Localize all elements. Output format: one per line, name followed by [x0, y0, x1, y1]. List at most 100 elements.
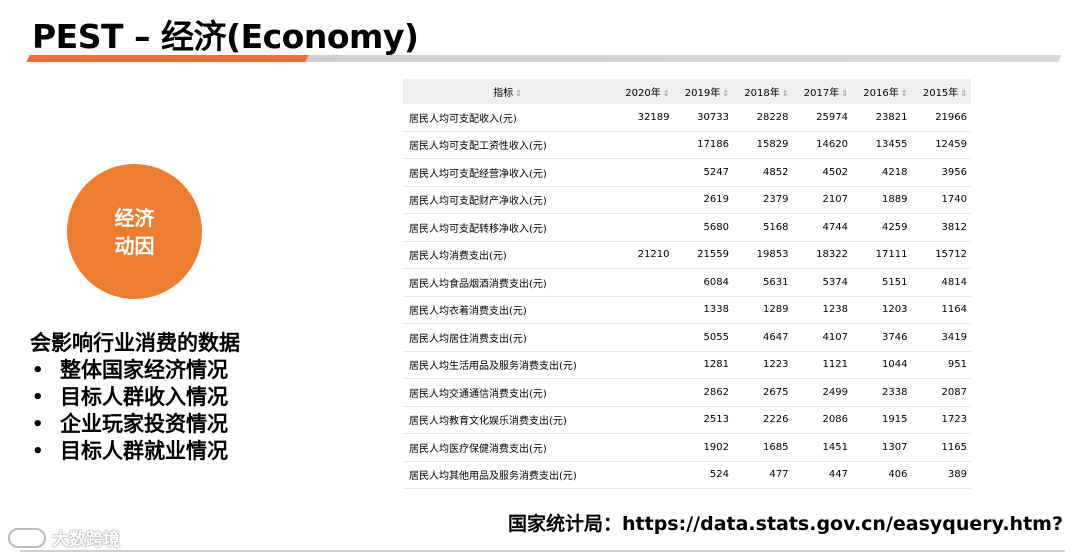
- column-header[interactable]: 2019年 ⇕: [673, 79, 733, 104]
- stats-table: 指标 ⇕ 2020年 ⇕ 2019年 ⇕ 2018年 ⇕ 2017年 ⇕ 2016年 ⇕ 2015年 ⇕ …: [403, 79, 971, 489]
- value-cell: 406: [851, 461, 912, 489]
- value-cell: 1164: [911, 296, 971, 324]
- value-cell: 25974: [792, 104, 852, 132]
- column-header[interactable]: 2020年 ⇕: [613, 79, 674, 104]
- column-header-label: 指标: [493, 88, 514, 99]
- value-cell: 1685: [732, 433, 793, 462]
- value-cell: 17186: [673, 131, 733, 159]
- sort-icon[interactable]: ⇕: [663, 89, 670, 98]
- value-cell: [613, 158, 674, 187]
- sort-icon[interactable]: ⇕: [901, 89, 908, 98]
- value-cell: 18322: [792, 241, 852, 269]
- column-header-label: 2018年: [744, 88, 780, 99]
- table-row: 居民人均可支配收入(元) 32189 30733 28228 25974 23821 219…: [403, 104, 971, 132]
- table-header-row: 指标 ⇕ 2020年 ⇕ 2019年 ⇕ 2018年 ⇕ 2017年 ⇕ 2016年 ⇕ 2015年 ⇕: [403, 79, 971, 104]
- value-cell: 1223: [732, 351, 793, 379]
- sort-icon[interactable]: ⇕: [722, 89, 729, 98]
- indicator-cell: 居民人均其他用品及服务消费支出(元): [403, 461, 614, 489]
- value-cell: 21966: [911, 104, 971, 132]
- column-header[interactable]: 指标 ⇕: [403, 79, 614, 104]
- value-cell: 5247: [673, 158, 733, 187]
- factor-item: 企业玩家投资情况: [30, 411, 240, 438]
- value-cell: 3812: [911, 213, 971, 242]
- data-source: 国家统计局：https://data.stats.gov.cn/easyquer…: [508, 509, 1063, 536]
- value-cell: 14620: [792, 131, 852, 159]
- value-cell: [613, 186, 674, 214]
- title-underline: [26, 55, 1062, 62]
- column-header-label: 2020年: [625, 88, 661, 99]
- value-cell: 1451: [792, 433, 852, 462]
- value-cell: [613, 378, 674, 407]
- value-cell: 5680: [673, 213, 733, 242]
- factor-item: 目标人群就业情况: [30, 438, 240, 465]
- value-cell: 5055: [673, 323, 733, 352]
- value-cell: 4259: [851, 213, 912, 242]
- value-cell: 4744: [792, 213, 852, 242]
- column-header[interactable]: 2017年 ⇕: [792, 79, 852, 104]
- value-cell: 19853: [732, 241, 793, 269]
- slide-title: PEST – 经济(Economy): [32, 17, 419, 56]
- value-cell: 1740: [911, 186, 971, 214]
- table-row: 居民人均交通通信消费支出(元) 2862 2675 2499 2338 2087: [403, 378, 971, 407]
- value-cell: 1289: [732, 296, 793, 324]
- value-cell: 5151: [851, 268, 912, 297]
- indicator-cell: 居民人均衣着消费支出(元): [403, 296, 614, 324]
- table-row: 居民人均居住消费支出(元) 5055 4647 4107 3746 3419: [403, 323, 971, 352]
- column-header[interactable]: 2016年 ⇕: [851, 79, 912, 104]
- source-url[interactable]: https://data.stats.gov.cn/easyquery.htm?: [622, 513, 1063, 535]
- value-cell: [613, 131, 674, 159]
- source-label: 国家统计局：: [508, 513, 623, 535]
- table-row: 居民人均教育文化娱乐消费支出(元) 2513 2226 2086 1915 1723: [403, 406, 971, 434]
- factor-item: 整体国家经济情况: [30, 357, 240, 384]
- indicator-cell: 居民人均生活用品及服务消费支出(元): [403, 351, 614, 379]
- sort-icon[interactable]: ⇕: [782, 89, 789, 98]
- value-cell: 3419: [911, 323, 971, 352]
- value-cell: [613, 461, 674, 489]
- value-cell: 1165: [911, 433, 971, 462]
- value-cell: 1338: [673, 296, 733, 324]
- value-cell: 13455: [851, 131, 912, 159]
- value-cell: 1307: [851, 433, 912, 462]
- value-cell: [613, 351, 674, 379]
- indicator-cell: 居民人均可支配收入(元): [403, 104, 614, 132]
- value-cell: 1238: [792, 296, 852, 324]
- indicator-cell: 居民人均医疗保健消费支出(元): [403, 433, 614, 462]
- sort-icon[interactable]: ⇕: [960, 89, 967, 98]
- indicator-cell: 居民人均可支配财产净收入(元): [403, 186, 614, 214]
- table-row: 居民人均生活用品及服务消费支出(元) 1281 1223 1121 1044 951: [403, 351, 971, 379]
- value-cell: 4107: [792, 323, 852, 352]
- column-header-label: 2015年: [922, 88, 959, 99]
- watermark-logo: 大数跨境: [8, 525, 120, 550]
- value-cell: 1203: [851, 296, 912, 324]
- value-cell: 30733: [673, 104, 733, 132]
- table-row: 居民人均可支配工资性收入(元) 17186 15829 14620 13455 12459: [403, 131, 971, 159]
- indicator-cell: 居民人均可支配经营净收入(元): [403, 158, 614, 187]
- value-cell: 2107: [792, 186, 852, 214]
- table-row: 居民人均食品烟酒消费支出(元) 6084 5631 5374 5151 4814: [403, 268, 971, 297]
- watermark-text: 大数跨境: [52, 530, 120, 550]
- table-row: 居民人均衣着消费支出(元) 1338 1289 1238 1203 1164: [403, 296, 971, 324]
- value-cell: 4218: [851, 158, 912, 187]
- value-cell: 389: [911, 461, 971, 489]
- value-cell: [613, 213, 674, 242]
- value-cell: [613, 323, 674, 352]
- value-cell: 4852: [732, 158, 793, 187]
- sort-icon[interactable]: ⇕: [841, 89, 848, 98]
- value-cell: 951: [911, 351, 971, 379]
- indicator-cell: 居民人均居住消费支出(元): [403, 323, 614, 352]
- value-cell: 2619: [673, 186, 733, 214]
- value-cell: [613, 433, 674, 462]
- column-header-label: 2017年: [803, 88, 840, 99]
- table-row: 居民人均消费支出(元) 21210 21559 19853 18322 17111 1571…: [403, 241, 971, 269]
- factors-heading: 会影响行业消费的数据: [30, 331, 240, 355]
- value-cell: 28228: [732, 104, 793, 132]
- value-cell: 1723: [911, 406, 971, 434]
- factor-item: 目标人群收入情况: [30, 384, 240, 411]
- value-cell: 524: [673, 461, 733, 489]
- value-cell: 1281: [673, 351, 733, 379]
- column-header[interactable]: 2018年 ⇕: [732, 79, 793, 104]
- value-cell: 3956: [911, 158, 971, 187]
- value-cell: 2338: [851, 378, 912, 407]
- sort-icon[interactable]: ⇕: [515, 89, 522, 98]
- column-header[interactable]: 2015年 ⇕: [911, 79, 971, 104]
